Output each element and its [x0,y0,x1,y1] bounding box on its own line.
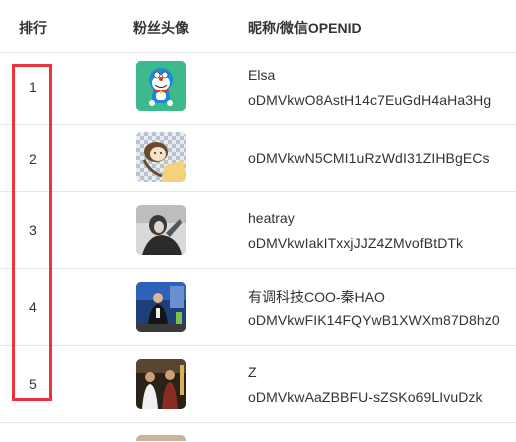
doraemon-avatar [136,61,186,111]
speaker-stage-avatar [136,282,186,332]
openid: oDMVkwN5CMI1uRzWdI31ZIHBgECs [248,150,490,166]
avatar-column-header: 粉丝头像 [133,20,189,36]
rank-column-header: 排行 [19,20,47,36]
openid: oDMVkwO8AstH14c7EuGdH4aHa3Hg [248,92,492,108]
rank-highlight-box [12,64,52,401]
openid: oDMVkwAaZBBFU-sZSKo69LIvuDzk [248,389,483,405]
table-row: 2 oDMVkwN5CMI1uRzWdI31ZIHBgECs [0,124,516,192]
nickname: 有调科技COO-秦HAO [248,289,385,305]
table-header: 排行 粉丝头像 昵称/微信OPENID [0,0,516,53]
table-row: 3 heatray oDMVkwIakITxxjJJZ4ZMvofBtDTk [0,191,516,269]
nickname: Elsa [248,67,276,83]
bw-photo-avatar [136,205,186,255]
table-row [0,422,516,442]
table-row: 4 有调科技COO-秦HAO oDMVkwFIK14FQYwB1XWXm87D8… [0,268,516,346]
openid: oDMVkwFIK14FQYwB1XWXm87D8hz0 [248,312,500,328]
group-photo-avatar [136,359,186,409]
openid: oDMVkwIakITxxjJJZ4ZMvofBtDTk [248,235,464,251]
table-row: 1 Elsa oDMVkwO8AstH14c7EuGdH4aHa3Hg [0,52,516,125]
name-column-header: 昵称/微信OPENID [248,20,362,36]
cartoon-girl-avatar [136,132,186,182]
nickname: Z [248,364,257,380]
partial-avatar [136,435,186,441]
nickname: heatray [248,210,295,226]
table-row: 5 Z oDMVkwAaZBBFU-sZSKo69LIvuDzk [0,345,516,423]
